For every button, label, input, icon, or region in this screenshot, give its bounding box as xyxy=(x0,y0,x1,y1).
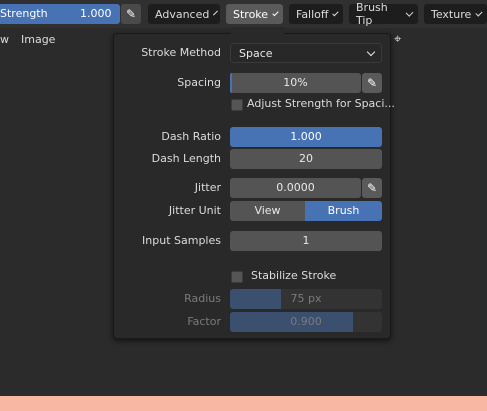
menu-view[interactable]: w xyxy=(0,33,9,46)
input-samples-label: Input Samples xyxy=(142,234,221,247)
pen-pressure-icon[interactable]: ✎ xyxy=(121,4,141,24)
menu-image[interactable]: Image xyxy=(21,33,55,46)
menu-stroke[interactable]: Stroke xyxy=(226,4,283,24)
chevron-down-icon xyxy=(366,47,376,57)
stroke-method-label: Stroke Method xyxy=(141,46,221,59)
jitter-unit-label: Jitter Unit xyxy=(168,204,221,217)
dash-length-label: Dash Length xyxy=(151,152,221,165)
chevron-down-icon xyxy=(475,9,483,16)
chevron-down-icon xyxy=(405,8,414,17)
adjust-strength-checkbox[interactable] xyxy=(231,99,243,111)
menu-stroke-label: Stroke xyxy=(233,7,269,21)
pen-pressure-icon[interactable]: ✎ xyxy=(362,73,382,93)
menu-falloff[interactable]: Falloff xyxy=(289,4,343,24)
factor-label: Factor xyxy=(187,315,221,328)
strength-label: Strength xyxy=(0,7,48,20)
menu-falloff-label: Falloff xyxy=(296,7,329,21)
stabilize-stroke-checkbox[interactable] xyxy=(231,271,243,283)
bottom-strip xyxy=(0,396,487,411)
pen-pressure-icon[interactable]: ✎ xyxy=(362,178,382,198)
jitter-slider[interactable]: 0.0000 xyxy=(230,178,361,198)
stabilize-stroke-label: Stabilize Stroke xyxy=(251,269,337,282)
stroke-method-value: Space xyxy=(239,47,273,60)
menu-brush-tip[interactable]: Brush Tip xyxy=(349,1,418,27)
menu-texture[interactable]: Texture xyxy=(424,4,487,24)
factor-slider[interactable]: 0.900 xyxy=(230,312,382,332)
jitter-label: Jitter xyxy=(194,181,221,194)
spacing-label: Spacing xyxy=(177,76,221,89)
chevron-down-icon xyxy=(272,9,279,16)
spacing-slider[interactable]: 10% xyxy=(230,73,361,93)
radius-slider[interactable]: 75 px xyxy=(230,289,382,309)
dash-ratio-label: Dash Ratio xyxy=(161,130,221,143)
menu-advanced[interactable]: Advanced xyxy=(148,4,220,24)
dash-length-field[interactable]: 20 xyxy=(230,149,382,169)
pin-icon[interactable]: ⌖ xyxy=(394,32,401,47)
jitter-unit-view[interactable]: View xyxy=(230,201,305,221)
radius-label: Radius xyxy=(184,292,221,305)
adjust-strength-label: Adjust Strength for Spaci... xyxy=(247,97,395,110)
chevron-down-icon xyxy=(213,10,219,15)
radius-value: 75 px xyxy=(290,292,322,305)
menu-advanced-label: Advanced xyxy=(155,7,210,21)
spacing-value: 10% xyxy=(283,76,308,89)
jitter-unit-brush[interactable]: Brush xyxy=(305,201,382,221)
dash-ratio-slider[interactable]: 1.000 xyxy=(230,127,382,147)
menu-brush-tip-label: Brush Tip xyxy=(356,1,388,27)
strength-value: 1.000 xyxy=(80,7,112,20)
popover-pointer xyxy=(231,27,284,35)
input-samples-field[interactable]: 1 xyxy=(230,231,382,251)
stroke-method-dropdown[interactable]: Space xyxy=(230,43,382,63)
menu-texture-label: Texture xyxy=(431,7,472,21)
factor-value: 0.900 xyxy=(290,315,322,328)
chevron-down-icon xyxy=(332,9,339,16)
